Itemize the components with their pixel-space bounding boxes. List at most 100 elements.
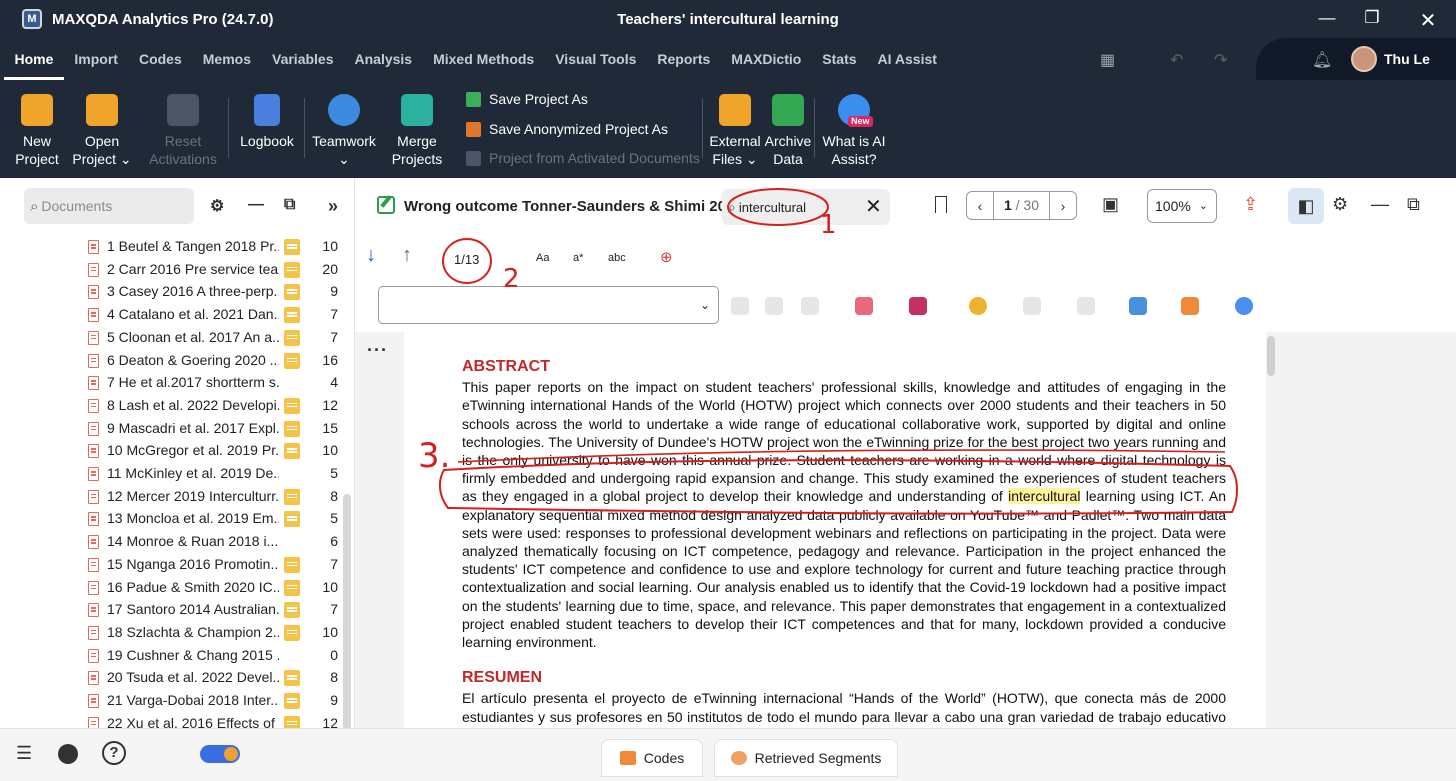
- prev-page-button[interactable]: ‹: [967, 198, 993, 214]
- new-project-button[interactable]: New Project: [14, 94, 60, 168]
- list-item[interactable]: 9 Mascadri et al. 2017 Expl... 15: [0, 418, 345, 440]
- reset-activations-button[interactable]: Reset Activations: [146, 94, 220, 168]
- memo-icon[interactable]: [284, 261, 300, 278]
- list-item[interactable]: 1 Beutel & Tangen 2018 Pr... 10: [0, 236, 345, 258]
- list-item[interactable]: 7 He et al.2017 shortterm s... 4: [0, 372, 345, 394]
- tab-codes[interactable]: Codes: [128, 38, 192, 80]
- highlight-pen-icon[interactable]: [909, 297, 927, 315]
- list-item[interactable]: 11 McKinley et al. 2019 De... 5: [0, 463, 345, 485]
- documents-search[interactable]: ⌕ Documents: [24, 188, 194, 224]
- ai-coding-icon[interactable]: [1235, 297, 1253, 315]
- open-project-button[interactable]: Open Project ⌄: [72, 94, 132, 168]
- teamwork-button[interactable]: Teamwork ⌄: [310, 94, 378, 168]
- toggle-switch[interactable]: [200, 745, 240, 763]
- list-item[interactable]: 13 Moncloa et al. 2019 Em... 5: [0, 508, 345, 530]
- memo-icon[interactable]: [284, 488, 300, 505]
- list-item[interactable]: 21 Varga-Dobai 2018 Inter... 9: [0, 690, 345, 712]
- memo-icon[interactable]: [284, 284, 300, 301]
- memo-icon[interactable]: [284, 579, 300, 596]
- list-item[interactable]: 12 Mercer 2019 Interculturr... 8: [0, 486, 345, 508]
- tab-home[interactable]: Home: [4, 38, 64, 80]
- memo-icon[interactable]: [284, 624, 300, 641]
- minimize-icon[interactable]: —: [1315, 8, 1339, 28]
- link-icon[interactable]: [1077, 297, 1095, 315]
- minimize-panel-icon[interactable]: —: [248, 196, 264, 214]
- tab-ai-assist[interactable]: AI Assist: [867, 38, 947, 80]
- display-mode-icon[interactable]: ▣: [1102, 194, 1119, 215]
- page-field[interactable]: 1 / 30: [993, 192, 1050, 219]
- undock-icon[interactable]: ⧉: [1407, 194, 1420, 215]
- prev-hit-arrow-icon[interactable]: ↑: [402, 244, 412, 267]
- tab-mixed-methods[interactable]: Mixed Methods: [423, 38, 545, 80]
- restore-icon[interactable]: ❐: [1360, 8, 1384, 28]
- list-item[interactable]: 19 Cushner & Chang 2015 ... 0: [0, 645, 345, 667]
- retrieved-segments-tab[interactable]: Retrieved Segments: [714, 739, 898, 777]
- next-page-button[interactable]: ›: [1050, 198, 1076, 214]
- user-name[interactable]: Thu Le: [1384, 51, 1430, 67]
- next-hit-arrow-icon[interactable]: ↓: [366, 244, 376, 267]
- chat-icon[interactable]: [58, 744, 78, 764]
- archive-data-button[interactable]: Archive Data: [762, 94, 814, 168]
- code-new-icon[interactable]: [801, 297, 819, 315]
- avatar[interactable]: [1351, 46, 1377, 72]
- undo-icon[interactable]: ↶: [1170, 50, 1183, 70]
- tab-memos[interactable]: Memos: [192, 38, 261, 80]
- redo-icon[interactable]: ↷: [1214, 50, 1227, 70]
- tab-maxdictio[interactable]: MAXDictio: [721, 38, 812, 80]
- help-icon[interactable]: ?: [102, 741, 126, 765]
- external-files-button[interactable]: External Files ⌄: [706, 94, 764, 168]
- code-icon[interactable]: [731, 297, 749, 315]
- tab-stats[interactable]: Stats: [812, 38, 867, 80]
- codes-tab[interactable]: Codes: [601, 739, 703, 777]
- color-code-icon[interactable]: [969, 297, 987, 315]
- save-anonymized-button[interactable]: Save Anonymized Project As: [466, 121, 668, 137]
- pdf-page[interactable]: ABSTRACT This paper reports on the impac…: [404, 332, 1266, 728]
- list-item[interactable]: 2 Carr 2016 Pre service tea... 20: [0, 259, 345, 281]
- comment-icon[interactable]: [1181, 297, 1199, 315]
- memo-icon[interactable]: [284, 239, 300, 255]
- list-item[interactable]: 10 McGregor et al. 2019 Pr... 10: [0, 440, 345, 462]
- layout-icon[interactable]: ▦: [1100, 50, 1115, 70]
- export-icon[interactable]: ⇪: [1243, 194, 1258, 215]
- code-in-vivo-icon[interactable]: [765, 297, 783, 315]
- project-from-activated-button[interactable]: Project from Activated Documents: [466, 150, 700, 166]
- memo-icon[interactable]: [284, 443, 300, 460]
- tab-analysis[interactable]: Analysis: [344, 38, 423, 80]
- list-item[interactable]: 3 Casey 2016 A three-perp... 9: [0, 281, 345, 303]
- code-hits-icon[interactable]: ⊕: [660, 248, 673, 266]
- clear-search-icon[interactable]: ✕: [865, 194, 882, 219]
- gear-icon[interactable]: ⚙: [1332, 194, 1348, 215]
- tab-visual-tools[interactable]: Visual Tools: [545, 38, 647, 80]
- memo-icon[interactable]: [284, 352, 300, 369]
- logbook-button[interactable]: Logbook: [236, 94, 298, 150]
- undock-icon[interactable]: ⧉: [284, 196, 295, 214]
- tab-import[interactable]: Import: [64, 38, 129, 80]
- list-item[interactable]: 8 Lash et al. 2022 Developi... 12: [0, 395, 345, 417]
- tab-reports[interactable]: Reports: [647, 38, 721, 80]
- list-item[interactable]: 5 Cloonan et al. 2017 An a... 7: [0, 327, 345, 349]
- memo-icon[interactable]: [1023, 297, 1041, 315]
- list-item[interactable]: 6 Deaton & Goering 2020 ... 16: [0, 350, 345, 372]
- sliders-icon[interactable]: ☰: [16, 743, 32, 764]
- memo-icon[interactable]: [284, 511, 300, 528]
- memo-icon[interactable]: [284, 307, 300, 324]
- paraphrase-icon[interactable]: [1129, 297, 1147, 315]
- memo-icon[interactable]: [284, 693, 300, 709]
- more-options-icon[interactable]: ···: [367, 340, 388, 361]
- edit-icon[interactable]: [377, 196, 395, 214]
- list-item[interactable]: 16 Padue & Smith 2020 IC... 10: [0, 577, 345, 599]
- zoom-select[interactable]: 100% ⌄: [1147, 189, 1217, 223]
- save-project-as-button[interactable]: Save Project As: [466, 91, 588, 107]
- list-item[interactable]: 18 Szlachta & Champion 2... 10: [0, 622, 345, 644]
- memo-icon[interactable]: [284, 556, 300, 573]
- bell-icon[interactable]: 🔔︎: [1312, 50, 1332, 70]
- tab-variables[interactable]: Variables: [262, 38, 345, 80]
- code-select[interactable]: ⌄: [378, 286, 719, 324]
- list-item[interactable]: 15 Nganga 2016 Promotin... 7: [0, 554, 345, 576]
- memo-icon[interactable]: [284, 602, 300, 619]
- toggle-sidebar-icon[interactable]: ◧: [1288, 188, 1324, 224]
- minimize-panel-icon[interactable]: —: [1371, 194, 1389, 215]
- bookmark-icon[interactable]: [935, 196, 947, 213]
- emoticode-icon[interactable]: [855, 297, 873, 315]
- list-item[interactable]: 17 Santoro 2014 Australian... 7: [0, 599, 345, 621]
